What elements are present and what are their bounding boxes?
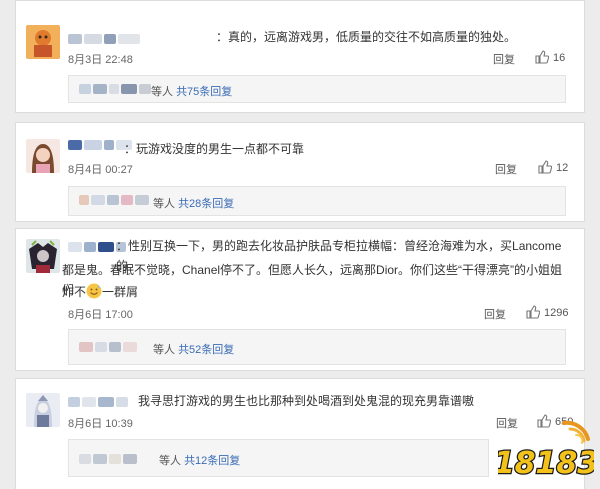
comment-text: 我寻思打游戏的男生也比那种到处喝酒到处鬼混的现充男靠谱嗷 — [138, 394, 475, 408]
thumbs-up-icon — [526, 305, 541, 319]
sub-replies-box[interactable]: 等人 共52条回复 — [68, 329, 566, 365]
sub-replies-label[interactable]: 等人 共75条回复 — [151, 83, 232, 99]
comment-card: ：真的，远离游戏男，低质量的交往不如高质量的独处。 8月3日 22:48 回复 … — [15, 0, 585, 113]
comment-text: ：真的，远离游戏男，低质量的交往不如高质量的独处。 — [216, 30, 517, 44]
like-count: 12 — [556, 162, 569, 174]
comment-card: ：性别互换一下，男的跑去化妆品护肤品专柜拉横幅：曾经沧海难为水，买Lancome… — [15, 228, 585, 371]
reply-button[interactable]: 回复 — [484, 306, 506, 322]
reply-button[interactable]: 回复 — [493, 51, 515, 67]
like-button[interactable]: 16 — [535, 50, 565, 64]
sub-replies-label[interactable]: 等人 共52条回复 — [153, 341, 234, 357]
thumbs-up-icon — [538, 160, 553, 174]
avatar-strip-blurred — [79, 83, 151, 95]
like-count: 1296 — [544, 307, 569, 319]
like-button[interactable]: 1296 — [526, 305, 568, 319]
sub-replies-box[interactable]: 等人 共12条回复 — [68, 439, 489, 477]
sub-replies-label[interactable]: 等人 共28条回复 — [153, 195, 234, 211]
sub-replies-box[interactable]: 等人 共75条回复 — [68, 75, 566, 103]
reply-button[interactable]: 回复 — [495, 161, 517, 177]
avatar-strip-blurred — [79, 194, 149, 206]
site-logo-watermark: 18183 — [498, 420, 594, 482]
avatar[interactable] — [26, 25, 60, 59]
svg-text:18183: 18183 — [498, 446, 594, 481]
comment-time: 8月6日 10:39 — [68, 418, 133, 430]
comment-time: 8月6日 17:00 — [68, 309, 133, 321]
screenshot: { "comments": [ { "content": "真的，远离游戏男，低… — [0, 0, 600, 489]
avatar-strip-blurred — [79, 453, 137, 465]
comment-text-line3: 炸不 一群屑 — [62, 283, 139, 299]
like-button[interactable]: 12 — [538, 160, 568, 174]
sweat-smile-emoji-icon — [86, 283, 102, 299]
avatar-strip-blurred — [79, 341, 137, 353]
thumbs-up-icon — [535, 50, 550, 64]
avatar[interactable] — [26, 239, 60, 273]
username-blurred[interactable] — [68, 137, 132, 150]
avatar[interactable] — [26, 139, 60, 173]
comment-time: 8月3日 22:48 — [68, 54, 133, 66]
username-blurred[interactable] — [68, 394, 128, 407]
comment-time: 8月4日 00:27 — [68, 164, 133, 176]
sub-replies-box[interactable]: 等人 共28条回复 — [68, 186, 566, 216]
comment-text: ：玩游戏没度的男生一点都不可靠 — [124, 142, 305, 156]
avatar[interactable] — [26, 393, 60, 427]
comment-card: ：玩游戏没度的男生一点都不可靠 8月4日 00:27 回复 12 等人 共28条… — [15, 122, 585, 222]
username-blurred[interactable] — [68, 31, 140, 44]
like-count: 16 — [553, 52, 566, 64]
sub-replies-label[interactable]: 等人 共12条回复 — [159, 452, 240, 468]
